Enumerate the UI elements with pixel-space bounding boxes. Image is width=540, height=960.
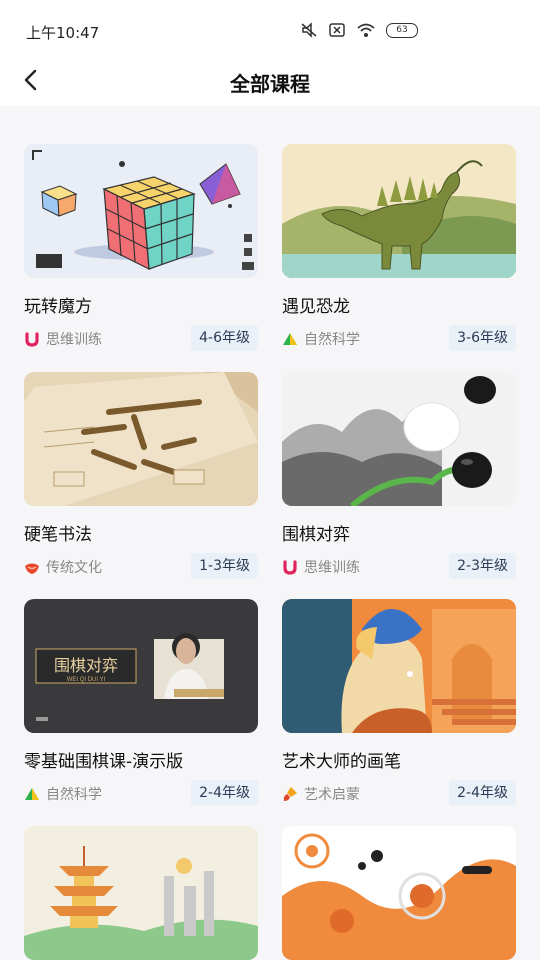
- course-title: 艺术大师的画笔: [282, 752, 401, 772]
- status-bar: 上午10:47 63: [0, 0, 540, 56]
- course-thumbnail[interactable]: [24, 826, 258, 960]
- course-thumbnail[interactable]: [282, 826, 516, 960]
- grade-badge: 3-6年级: [449, 325, 516, 351]
- dinosaur-illustration: [282, 144, 516, 278]
- course-card[interactable]: [24, 826, 258, 960]
- course-thumbnail[interactable]: [282, 372, 516, 506]
- status-icons: [300, 22, 376, 38]
- course-card[interactable]: [282, 826, 516, 960]
- u-shape-icon: [283, 560, 297, 575]
- go-stones-illustration: [282, 372, 516, 506]
- course-category: 自然科学: [304, 332, 360, 348]
- girl-with-pearl-illustration: [282, 599, 516, 733]
- u-shape-icon: [25, 332, 39, 347]
- course-card[interactable]: 围棋对弈 思维训练 2-3年级: [282, 372, 516, 581]
- triangle-icon: [283, 333, 297, 345]
- course-title: 零基础围棋课-演示版: [24, 752, 184, 772]
- course-category: 思维训练: [46, 332, 102, 348]
- course-category: 艺术启蒙: [304, 787, 360, 803]
- course-title: 围棋对弈: [282, 525, 350, 545]
- lotus-icon: [25, 563, 39, 574]
- status-time: 上午10:47: [26, 24, 100, 42]
- go-lesson-video-still: 围棋对弈 WEI QI DUI YI: [24, 599, 258, 733]
- course-meta: 自然科学 3-6年级: [282, 325, 516, 353]
- no-sim-icon: [329, 23, 345, 37]
- course-thumbnail[interactable]: [24, 372, 258, 506]
- mute-icon: [301, 22, 317, 38]
- battery-icon: 63: [386, 23, 418, 38]
- grade-badge: 1-3年级: [191, 553, 258, 579]
- course-category: 自然科学: [46, 787, 102, 803]
- course-card[interactable]: 围棋对弈 WEI QI DUI YI 零基础围棋课-演示版 自然科学 2-4年级: [24, 599, 258, 808]
- course-meta: 思维训练 4-6年级: [24, 325, 258, 353]
- course-title: 遇见恐龙: [282, 297, 350, 317]
- course-meta: 艺术启蒙 2-4年级: [282, 780, 516, 808]
- go-lesson-sign-text: 围棋对弈: [54, 657, 118, 675]
- grade-badge: 2-4年级: [191, 780, 258, 806]
- course-meta: 传统文化 1-3年级: [24, 553, 258, 581]
- course-meta: 思维训练 2-3年级: [282, 553, 516, 581]
- course-title: 玩转魔方: [24, 297, 92, 317]
- course-thumbnail[interactable]: [24, 144, 258, 278]
- pagoda-illustration: [24, 826, 258, 960]
- course-thumbnail[interactable]: [282, 144, 516, 278]
- grade-badge: 2-4年级: [449, 780, 516, 806]
- grade-badge: 4-6年级: [191, 325, 258, 351]
- course-card[interactable]: 艺术大师的画笔 艺术启蒙 2-4年级: [282, 599, 516, 808]
- nav-bar: 全部课程: [0, 56, 540, 106]
- course-grid: 玩转魔方 思维训练 4-6年级 遇见恐龙 自然科学 3-6年级 硬笔书法 传统文…: [0, 106, 540, 960]
- course-thumbnail[interactable]: [282, 599, 516, 733]
- course-title: 硬笔书法: [24, 525, 92, 545]
- grade-badge: 2-3年级: [449, 553, 516, 579]
- course-card[interactable]: 硬笔书法 传统文化 1-3年级: [24, 372, 258, 581]
- course-category: 传统文化: [46, 560, 102, 576]
- triangle-icon: [25, 788, 39, 800]
- course-card[interactable]: 遇见恐龙 自然科学 3-6年级: [282, 144, 516, 353]
- brush-icon: [283, 787, 297, 801]
- course-category: 思维训练: [304, 560, 360, 576]
- course-thumbnail[interactable]: 围棋对弈 WEI QI DUI YI: [24, 599, 258, 733]
- course-meta: 自然科学 2-4年级: [24, 780, 258, 808]
- page-title: 全部课程: [230, 72, 310, 96]
- wifi-icon: [357, 23, 375, 37]
- course-card[interactable]: 玩转魔方 思维训练 4-6年级: [24, 144, 258, 353]
- calligraphy-illustration: [24, 372, 258, 506]
- go-lesson-sign-subtext: WEI QI DUI YI: [67, 677, 106, 683]
- rubiks-cube-illustration: [24, 144, 258, 278]
- gears-illustration: [282, 826, 516, 960]
